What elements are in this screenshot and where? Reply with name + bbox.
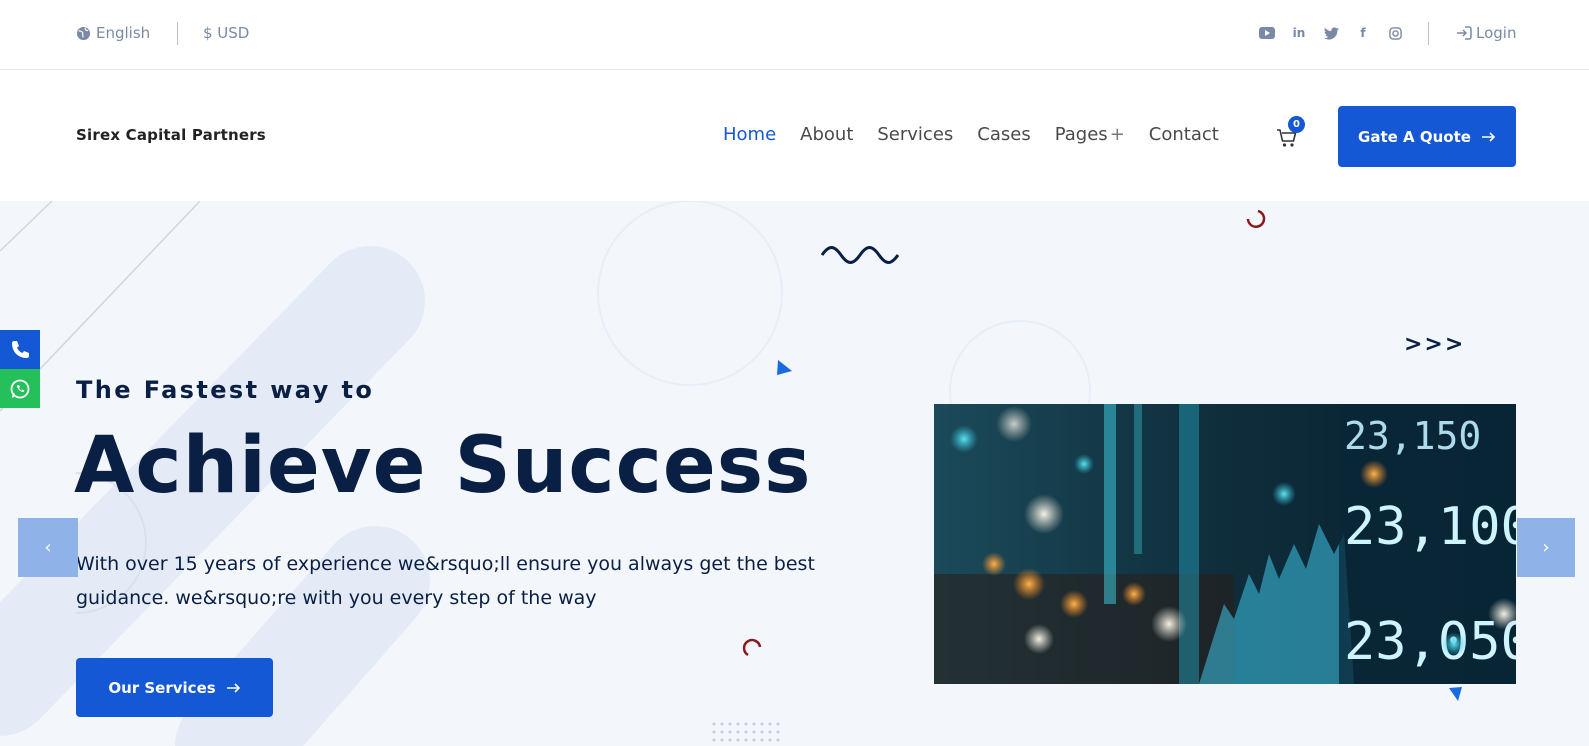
twitter-icon[interactable] [1322, 24, 1340, 42]
chevrons-decoration: >>> [1404, 332, 1466, 357]
login-link[interactable]: Login [1456, 24, 1516, 42]
language-selector[interactable]: English [76, 24, 150, 42]
instagram-icon[interactable] [1386, 24, 1404, 42]
social-links: in f [1258, 24, 1404, 42]
chevron-left-icon: ‹ [44, 537, 52, 558]
whatsapp-button[interactable] [0, 369, 40, 408]
arrow-right-icon [226, 682, 240, 693]
phone-call-button[interactable] [0, 330, 40, 369]
svg-text:23,150: 23,150 [1344, 414, 1481, 458]
our-services-button[interactable]: Our Services [76, 658, 273, 717]
main-nav: Home About Services Cases Pages + Contact [723, 124, 1219, 145]
nav-item-cases[interactable]: Cases [977, 124, 1030, 145]
plus-icon: + [1109, 124, 1125, 145]
get-quote-button[interactable]: Gate A Quote [1338, 106, 1516, 167]
facebook-icon[interactable]: f [1354, 24, 1372, 42]
sign-in-icon [1457, 26, 1472, 40]
divider [1428, 22, 1429, 45]
hero-title: Achieve Success [74, 421, 812, 511]
arrow-right-icon [1481, 131, 1496, 142]
cart-count-badge: 0 [1288, 116, 1305, 133]
slider-next-button[interactable]: › [1517, 518, 1575, 577]
divider [177, 22, 178, 45]
nav-item-contact[interactable]: Contact [1149, 124, 1219, 145]
main-header: Sirex Capital Partners Home About Servic… [0, 70, 1589, 201]
site-logo[interactable]: Sirex Capital Partners [76, 126, 266, 144]
quote-button-label: Gate A Quote [1358, 127, 1471, 146]
nav-item-services[interactable]: Services [877, 124, 953, 145]
hero-image-stock-market: 23,150 23,100 23,050 [934, 404, 1516, 684]
nav-item-home[interactable]: Home [723, 124, 776, 145]
whatsapp-icon [10, 379, 30, 398]
hero-section: >>> The Fastest way to Achieve Success W… [0, 201, 1589, 746]
phone-icon [12, 340, 29, 358]
youtube-icon[interactable] [1258, 24, 1276, 42]
nav-item-pages[interactable]: Pages + [1055, 124, 1125, 145]
hero-description: With over 15 years of experience we&rsqu… [76, 553, 815, 609]
linkedin-icon[interactable]: in [1290, 24, 1308, 42]
slider-prev-button[interactable]: ‹ [18, 518, 78, 577]
top-bar: English $ USD in f Login [0, 0, 1589, 70]
chevron-right-icon: › [1542, 537, 1550, 558]
hero-eyebrow: The Fastest way to [76, 376, 375, 404]
globe-icon [76, 26, 91, 40]
our-services-label: Our Services [108, 678, 216, 697]
svg-text:23,100: 23,100 [1344, 497, 1516, 557]
language-label: English [96, 24, 151, 42]
currency-selector[interactable]: $ USD [203, 24, 249, 42]
login-label: Login [1476, 24, 1517, 42]
nav-pages-label: Pages [1054, 124, 1108, 145]
nav-item-about[interactable]: About [800, 124, 853, 145]
